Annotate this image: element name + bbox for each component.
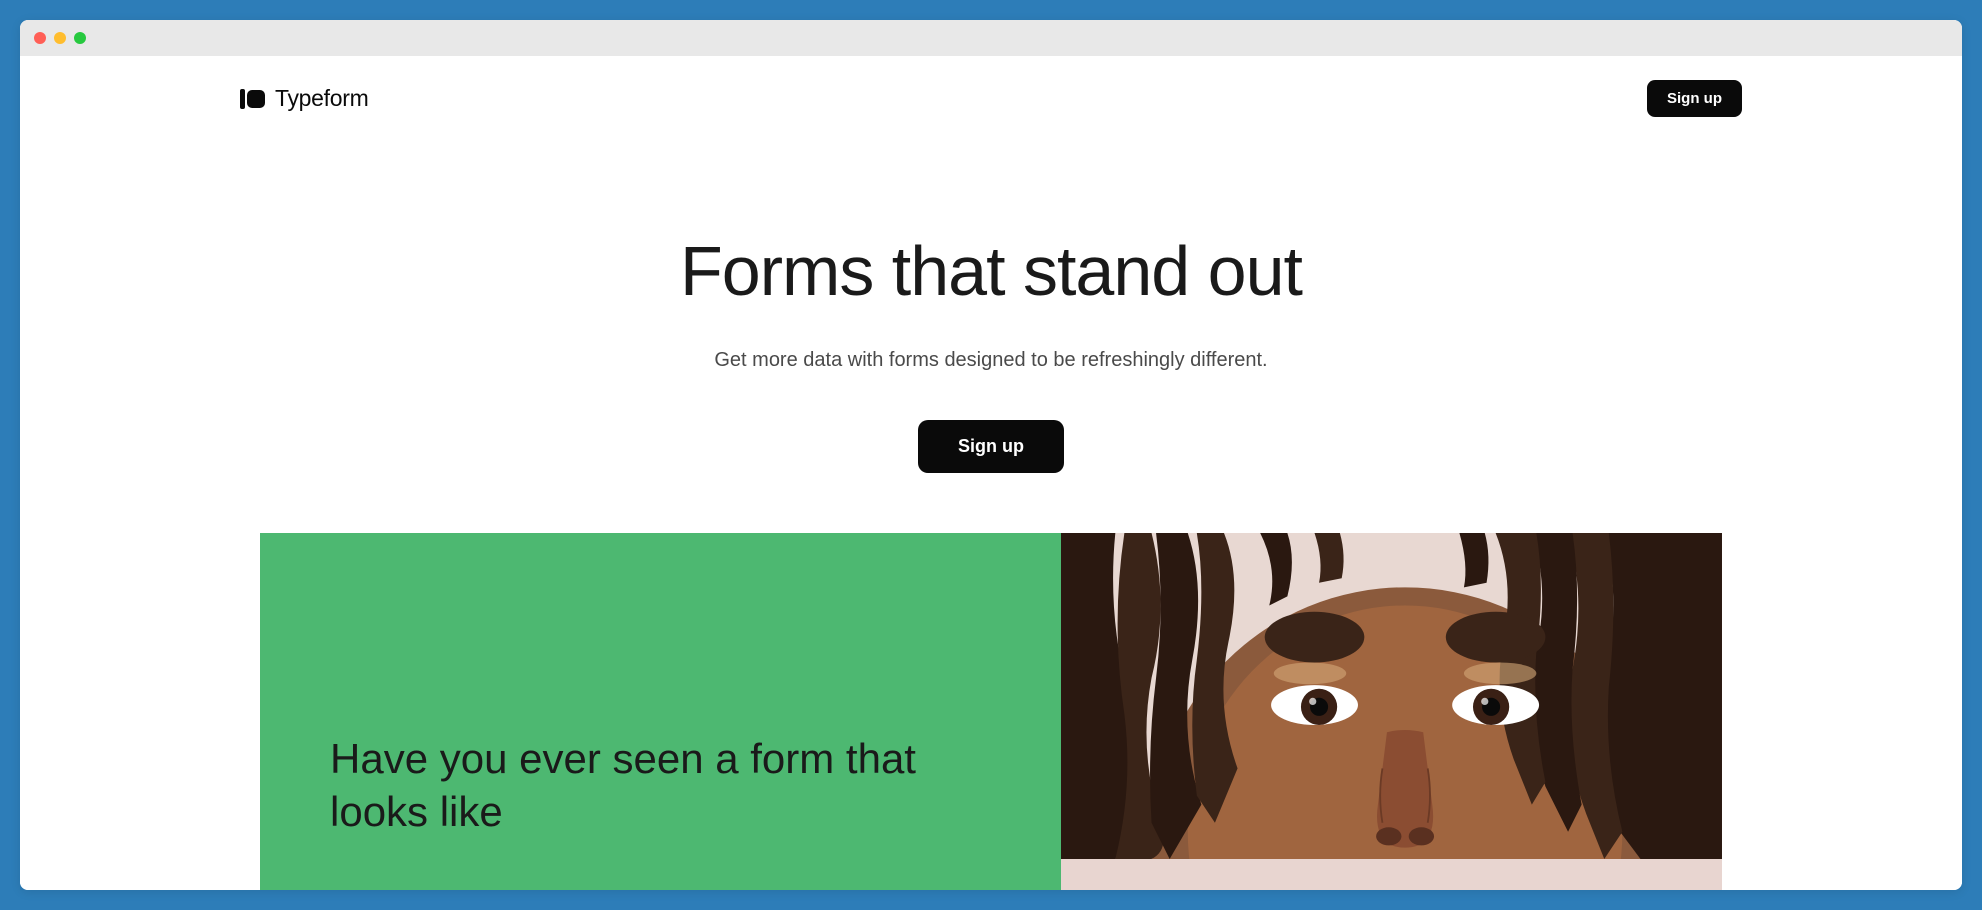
feature-image-panel: [1061, 533, 1722, 890]
hero-title: Forms that stand out: [20, 231, 1962, 311]
feature-text-panel: Have you ever seen a form that looks lik…: [260, 533, 1061, 890]
minimize-window-button[interactable]: [54, 32, 66, 44]
brand-logo[interactable]: Typeform: [240, 85, 368, 112]
window-controls: [34, 32, 86, 44]
browser-window: Typeform Sign up Forms that stand out Ge…: [20, 20, 1962, 890]
person-face-image: [1061, 533, 1722, 859]
signup-button-header[interactable]: Sign up: [1647, 80, 1742, 117]
logo-icon: [240, 89, 265, 109]
feature-question: Have you ever seen a form that looks lik…: [330, 733, 991, 838]
window-title-bar: [20, 20, 1962, 56]
page-content: Typeform Sign up Forms that stand out Ge…: [20, 56, 1962, 890]
hero-section: Forms that stand out Get more data with …: [20, 141, 1962, 533]
feature-section: Have you ever seen a form that looks lik…: [260, 533, 1722, 890]
brand-name: Typeform: [275, 85, 368, 112]
site-header: Typeform Sign up: [20, 56, 1962, 141]
close-window-button[interactable]: [34, 32, 46, 44]
signup-button-hero[interactable]: Sign up: [918, 420, 1064, 473]
maximize-window-button[interactable]: [74, 32, 86, 44]
hero-subtitle: Get more data with forms designed to be …: [20, 349, 1962, 372]
